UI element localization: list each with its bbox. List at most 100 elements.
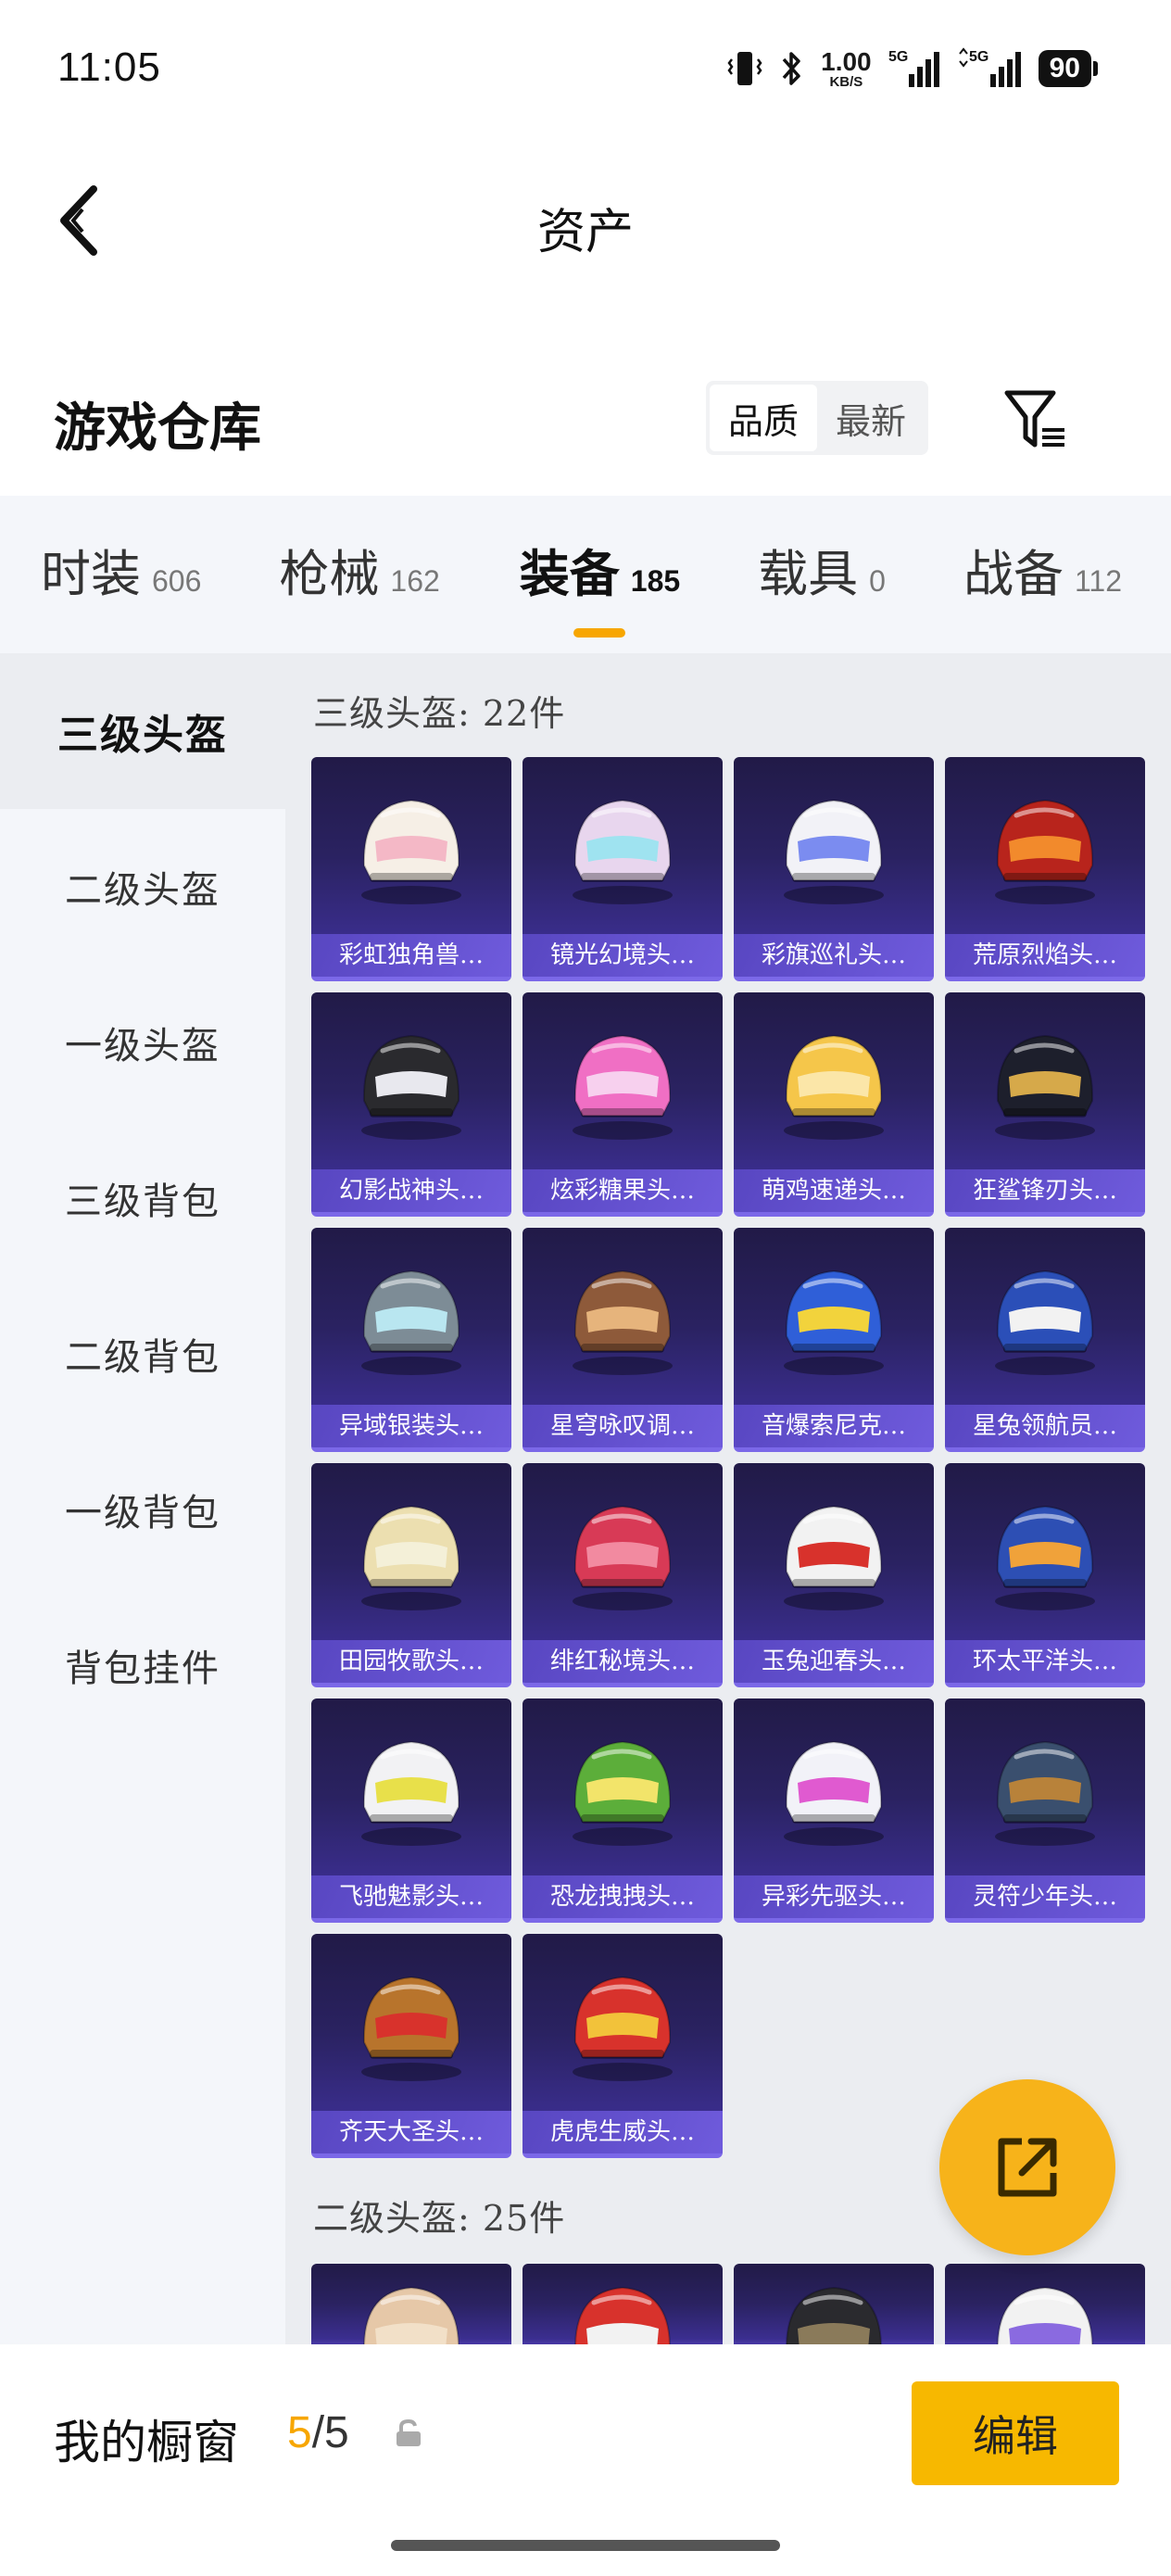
- sidebar-item-level1-helmet[interactable]: 一级头盔: [0, 965, 285, 1120]
- sidebar-item-level3-helmet[interactable]: 三级头盔: [0, 653, 285, 809]
- item-card[interactable]: 恐龙拽拽头…: [523, 1698, 723, 1923]
- sidebar-item-level1-backpack[interactable]: 一级背包: [0, 1432, 285, 1587]
- item-name: 彩虹独角兽…: [311, 934, 511, 977]
- item-card[interactable]: 彩虹独角兽…: [311, 757, 511, 981]
- item-name: 镜光幻境头…: [523, 934, 723, 977]
- pioneer-helmet-icon: [734, 1698, 934, 1875]
- item-card[interactable]: 齐天大圣头…: [311, 1934, 511, 2158]
- showcase-count: 5/5: [287, 2407, 349, 2458]
- tab-count: 162: [390, 564, 440, 598]
- helmet-icon: [523, 2264, 723, 2344]
- helmet-icon: [945, 2264, 1145, 2344]
- item-name: 异域银装头…: [311, 1405, 511, 1447]
- tab-vehicles[interactable]: 载具 0: [758, 533, 886, 606]
- item-card[interactable]: 绯红秘境头…: [523, 1463, 723, 1687]
- tab-combat-supplies[interactable]: 战备 112: [963, 533, 1122, 606]
- item-name: 荒原烈焰头…: [945, 934, 1145, 977]
- item-card[interactable]: [311, 2264, 511, 2344]
- item-grid: 彩虹独角兽… 镜光幻境头… 彩旗巡礼头… 荒原烈焰头… 幻影战神头… 炫彩糖果头… 萌鸡速递…: [311, 757, 1145, 2158]
- tab-label: 枪械: [279, 545, 380, 603]
- home-indicator[interactable]: [391, 2540, 780, 2551]
- tab-label: 载具: [758, 545, 859, 603]
- item-card[interactable]: [734, 2264, 934, 2344]
- bluetooth-icon: [780, 48, 804, 89]
- warehouse-title: 游戏仓库: [54, 398, 261, 457]
- item-card[interactable]: 异域银装头…: [311, 1228, 511, 1452]
- helmet-icon: [734, 2264, 934, 2344]
- item-card[interactable]: 荒原烈焰头…: [945, 757, 1145, 981]
- filter-button[interactable]: [1001, 385, 1071, 455]
- item-card[interactable]: 星兔领航员…: [945, 1228, 1145, 1452]
- item-name: 绯红秘境头…: [523, 1640, 723, 1683]
- item-name: 恐龙拽拽头…: [523, 1875, 723, 1918]
- item-card[interactable]: 异彩先驱头…: [734, 1698, 934, 1923]
- candy-helmet-icon: [523, 992, 723, 1169]
- helmet-icon: [311, 2264, 511, 2344]
- sonic-helmet-icon: [734, 1228, 934, 1405]
- item-name: 星兔领航员…: [945, 1405, 1145, 1447]
- sidebar: 三级头盔 二级头盔 一级头盔 三级背包 二级背包 一级背包 背包挂件: [0, 653, 285, 2344]
- item-card[interactable]: 幻影战神头…: [311, 992, 511, 1217]
- sort-option-quality[interactable]: 品质: [710, 385, 818, 451]
- filter-icon: [1004, 390, 1064, 448]
- item-name: 萌鸡速递头…: [734, 1169, 934, 1212]
- monkey-king-helmet-icon: [311, 1934, 511, 2111]
- tiger-helmet-icon: [523, 1934, 723, 2111]
- sidebar-item-backpack-pendant[interactable]: 背包挂件: [0, 1587, 285, 1743]
- item-name: 星穹咏叹调…: [523, 1405, 723, 1447]
- share-button[interactable]: [939, 2079, 1115, 2255]
- tab-count: 185: [630, 564, 681, 598]
- chick-helmet-icon: [734, 992, 934, 1169]
- battery-indicator: 90: [1038, 50, 1099, 87]
- showcase-current: 5: [287, 2408, 312, 2457]
- item-card[interactable]: 音爆索尼克…: [734, 1228, 934, 1452]
- net-speed-unit: KB/S: [829, 73, 863, 90]
- item-card[interactable]: 环太平洋头…: [945, 1463, 1145, 1687]
- edit-button[interactable]: 编辑: [912, 2381, 1119, 2485]
- item-card[interactable]: 彩旗巡礼头…: [734, 757, 934, 981]
- signal2-label: 5G: [969, 49, 988, 65]
- item-card[interactable]: 炫彩糖果头…: [523, 992, 723, 1217]
- status-time: 11:05: [57, 44, 161, 90]
- item-name: 虎虎生威头…: [523, 2111, 723, 2153]
- vibrate-icon: [726, 48, 763, 89]
- item-card[interactable]: [523, 2264, 723, 2344]
- item-card[interactable]: 飞驰魅影头…: [311, 1698, 511, 1923]
- item-name: 灵符少年头…: [945, 1875, 1145, 1918]
- item-card[interactable]: 田园牧歌头…: [311, 1463, 511, 1687]
- item-card[interactable]: 萌鸡速递头…: [734, 992, 934, 1217]
- category-tabs: 时装 606 枪械 162 装备 185 载具 0 战备 112: [0, 496, 1171, 653]
- item-card[interactable]: 镜光幻境头…: [523, 757, 723, 981]
- item-card[interactable]: 狂鲨锋刃头…: [945, 992, 1145, 1217]
- aria-helmet-icon: [523, 1228, 723, 1405]
- item-card[interactable]: [945, 2264, 1145, 2344]
- tab-firearms[interactable]: 枪械 162: [279, 533, 439, 606]
- tab-fashion[interactable]: 时装 606: [41, 533, 201, 606]
- section-title: 三级头盔: 22件: [313, 693, 566, 734]
- talisman-helmet-icon: [945, 1698, 1145, 1875]
- status-bar: 11:05 1.00 KB/S 5G 5G 90: [0, 0, 1171, 139]
- item-card[interactable]: 星穹咏叹调…: [523, 1228, 723, 1452]
- lock-icon: [393, 2418, 424, 2453]
- page-title: 资产: [536, 205, 634, 260]
- racer-helmet-icon: [311, 1698, 511, 1875]
- dino-helmet-icon: [523, 1698, 723, 1875]
- tab-label: 时装: [41, 545, 141, 603]
- sort-toggle: 品质 最新: [706, 381, 929, 455]
- sidebar-item-level2-helmet[interactable]: 二级头盔: [0, 809, 285, 965]
- item-card[interactable]: 虎虎生威头…: [523, 1934, 723, 2158]
- pastoral-helmet-icon: [311, 1463, 511, 1640]
- sidebar-item-level2-backpack[interactable]: 二级背包: [0, 1276, 285, 1432]
- item-card[interactable]: 玉兔迎春头…: [734, 1463, 934, 1687]
- item-name: 飞驰魅影头…: [311, 1875, 511, 1918]
- tab-count: 112: [1074, 564, 1122, 598]
- tab-equipment[interactable]: 装备 185: [520, 533, 681, 638]
- item-name: 音爆索尼克…: [734, 1405, 934, 1447]
- unicorn-helmet-icon: [311, 757, 511, 934]
- sidebar-item-level3-backpack[interactable]: 三级背包: [0, 1120, 285, 1276]
- item-name: 环太平洋头…: [945, 1640, 1145, 1683]
- tab-label: 战备: [963, 545, 1064, 603]
- item-card[interactable]: 灵符少年头…: [945, 1698, 1145, 1923]
- item-name: 齐天大圣头…: [311, 2111, 511, 2153]
- sort-option-newest[interactable]: 最新: [817, 385, 925, 451]
